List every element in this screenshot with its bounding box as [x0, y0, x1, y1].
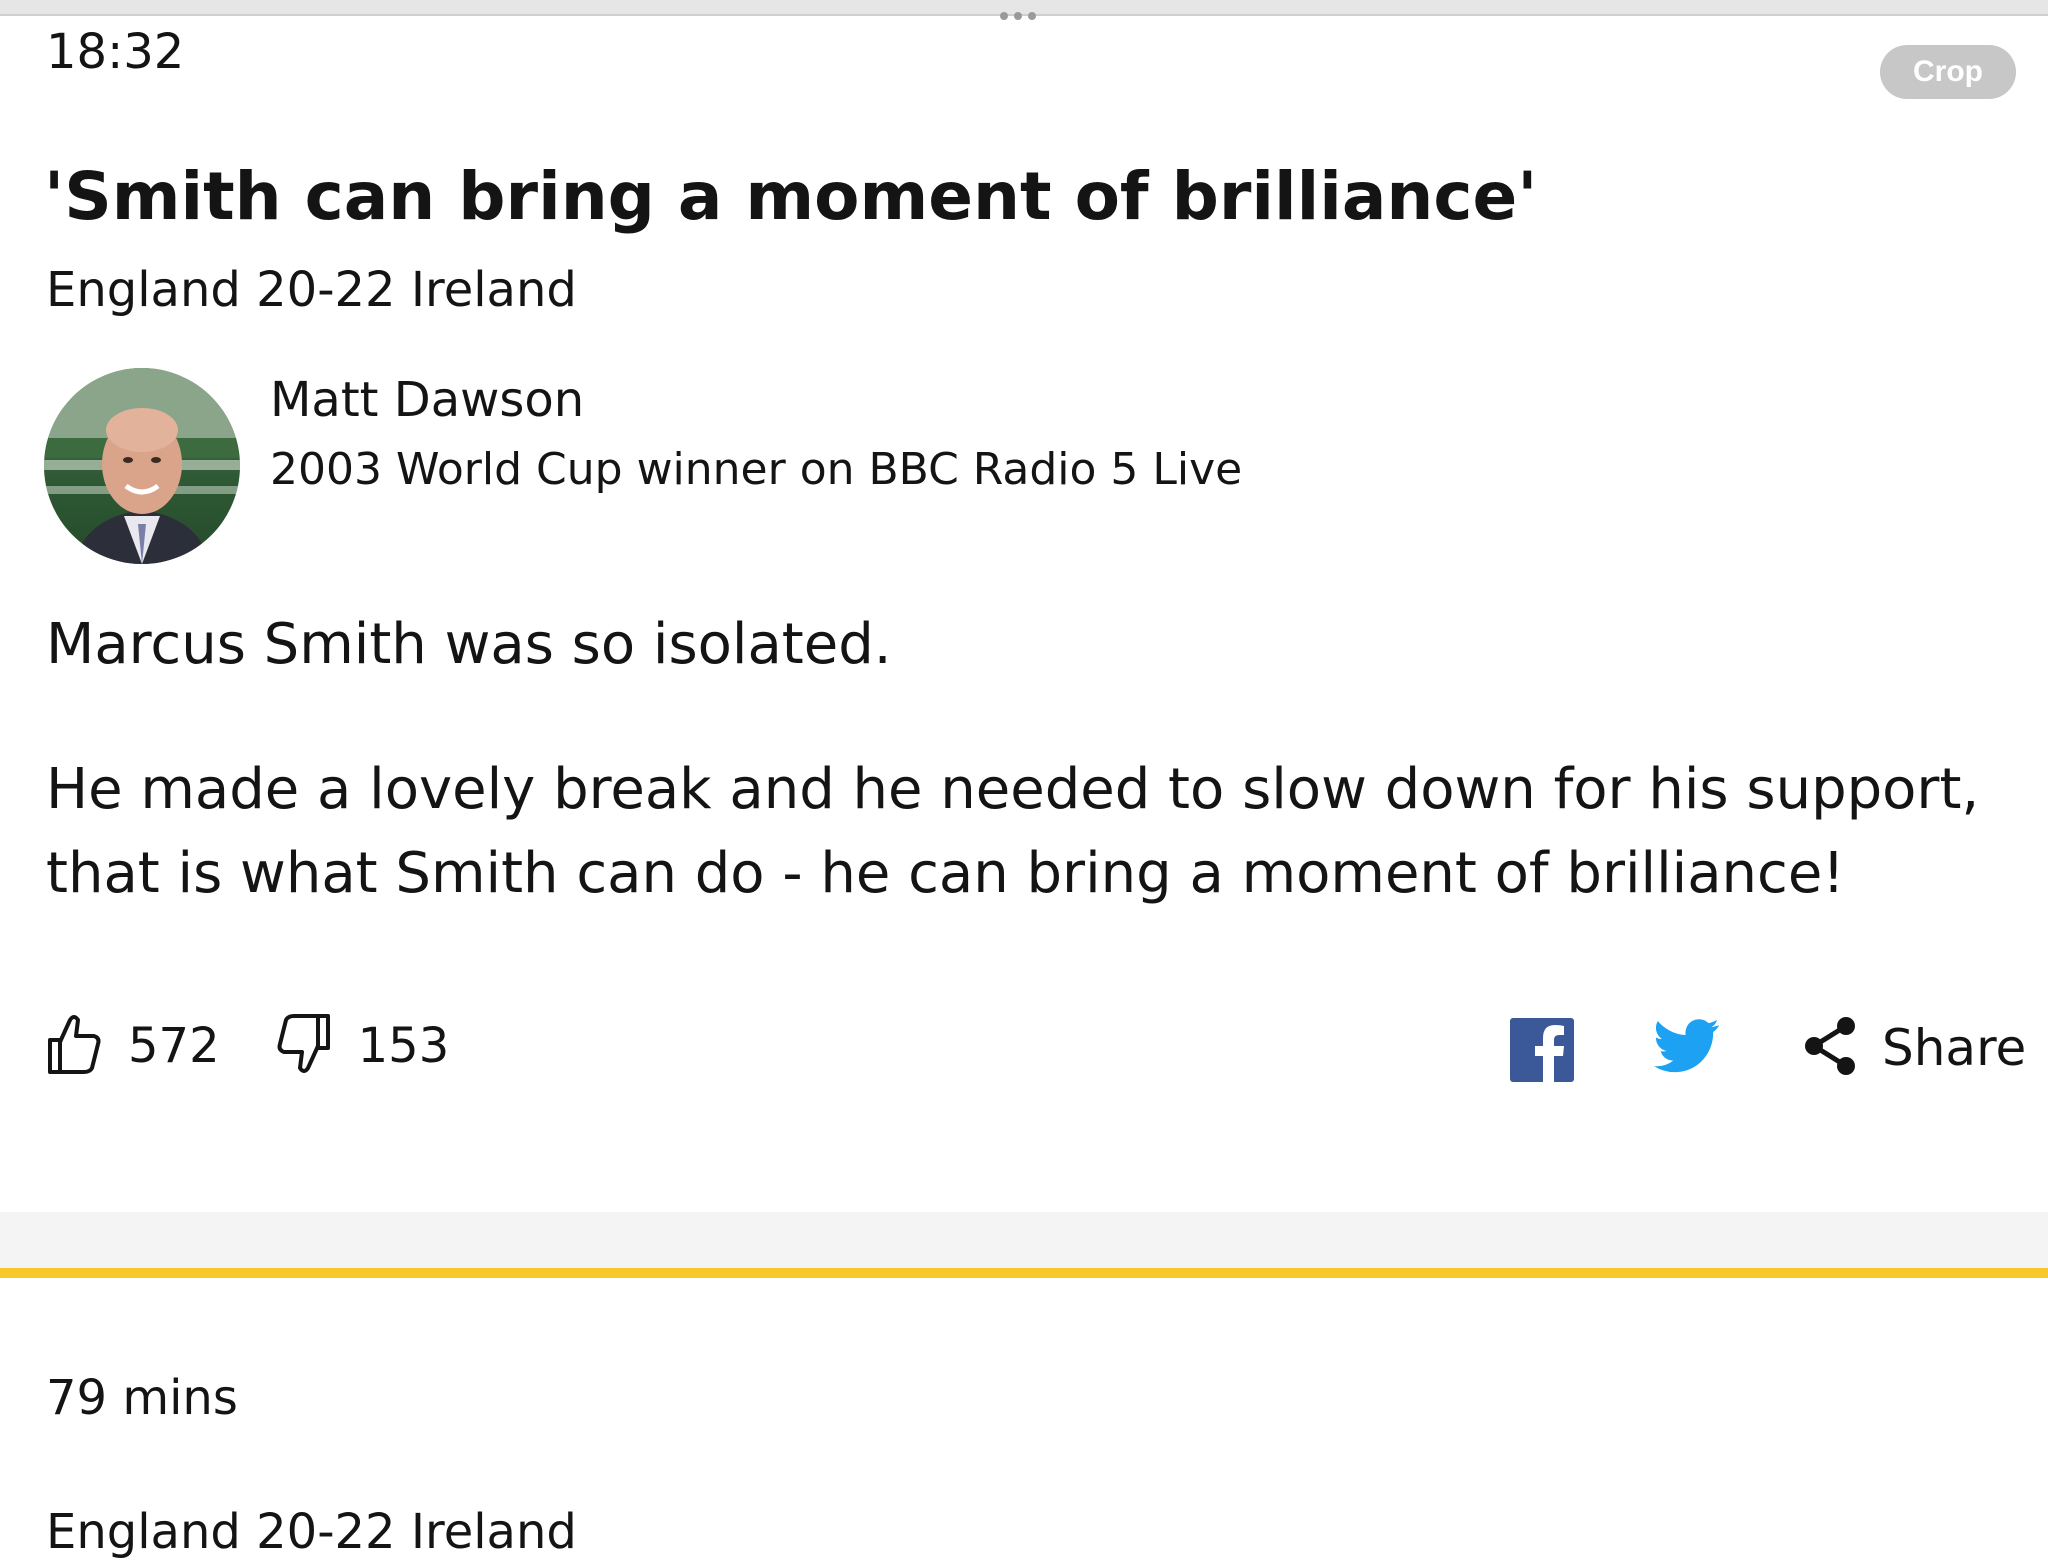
thumbs-down-icon — [276, 1012, 332, 1080]
contributor-avatar — [44, 368, 240, 564]
sheet-grabber[interactable] — [1000, 12, 1036, 20]
share-button[interactable]: Share — [1800, 1014, 2026, 1082]
next-entry-match-score: England 20-22 Ireland — [46, 1504, 577, 1560]
crop-button[interactable]: Crop — [1880, 45, 2016, 99]
facebook-icon[interactable] — [1510, 1018, 1574, 1086]
entry-paragraph: Marcus Smith was so isolated. — [46, 612, 892, 677]
entry-headline: 'Smith can bring a moment of brilliance' — [44, 158, 1538, 235]
share-icon — [1800, 1014, 1864, 1082]
twitter-icon[interactable] — [1654, 1018, 1720, 1078]
share-label: Share — [1882, 1019, 2027, 1077]
contributor-role: 2003 World Cup winner on BBC Radio 5 Liv… — [270, 444, 1243, 495]
thumbs-up-icon — [46, 1012, 102, 1080]
contributor-name: Matt Dawson — [270, 372, 585, 428]
entry-paragraph: He made a lovely break and he needed to … — [46, 757, 1980, 906]
reactions-bar: 572 153 — [46, 1012, 449, 1080]
dislike-button[interactable]: 153 — [276, 1012, 450, 1080]
entry-timestamp: 18:32 — [46, 24, 185, 80]
dislike-count: 153 — [357, 1018, 450, 1074]
like-count: 572 — [128, 1018, 220, 1074]
next-entry-timestamp: 79 mins — [46, 1370, 238, 1426]
like-button[interactable]: 572 — [46, 1012, 220, 1080]
accent-divider — [0, 1268, 2048, 1278]
entry-match-score: England 20-22 Ireland — [46, 262, 577, 318]
entry-separator — [0, 1212, 2048, 1270]
